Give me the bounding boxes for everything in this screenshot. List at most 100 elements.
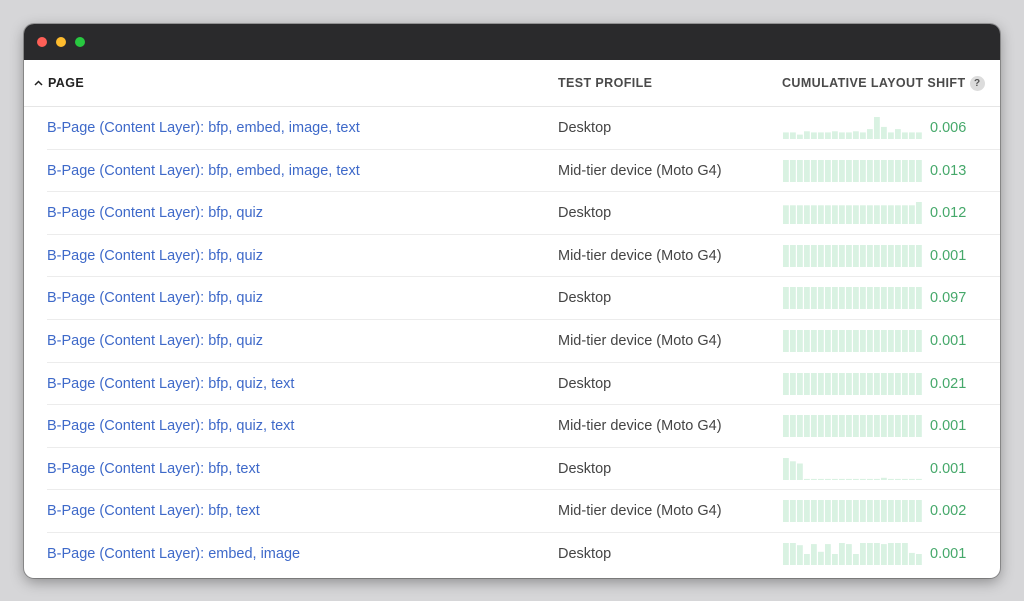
sparkline-bar [790, 461, 796, 480]
sparkline-bar [790, 500, 796, 523]
sparkline-bar [832, 244, 838, 267]
sparkline-bar [839, 415, 845, 438]
column-header-page[interactable]: PAGE [34, 60, 84, 106]
page-link[interactable]: B-Page (Content Layer): embed, image [47, 533, 300, 575]
cls-value: 0.013 [930, 162, 967, 179]
sparkline-bar [804, 287, 810, 310]
sparkline-bar [818, 415, 824, 438]
cls-sparkline[interactable] [783, 500, 923, 523]
sparkline-bar [888, 287, 894, 310]
table-row: B-Page (Content Layer): bfp, text Desktop… [24, 448, 1000, 491]
sparkline-bar [804, 159, 810, 182]
table-row: B-Page (Content Layer): bfp, quiz Desktop… [24, 277, 1000, 320]
sparkline-bar [888, 542, 894, 565]
sparkline-bar [888, 244, 894, 267]
sparkline-bar [867, 500, 873, 523]
sparkline-bar [790, 205, 796, 225]
sparkline-bar [853, 500, 859, 523]
sparkline-bar [881, 126, 887, 139]
sparkline-bar [867, 205, 873, 225]
close-window-button[interactable] [37, 37, 47, 47]
sparkline-bar [811, 205, 817, 225]
sparkline-bar [860, 244, 866, 267]
sparkline-bar [797, 159, 803, 182]
table-row: B-Page (Content Layer): bfp, quiz Mid-tie… [24, 235, 1000, 278]
cls-sparkline[interactable] [783, 117, 923, 139]
cls-sparkline[interactable] [783, 415, 923, 438]
sparkline-bar [909, 205, 915, 225]
test-profile-cell: Desktop [558, 290, 612, 307]
table-row: B-Page (Content Layer): bfp, embed, imag… [24, 107, 1000, 150]
sparkline-bar [860, 542, 866, 565]
page-link[interactable]: B-Page (Content Layer): bfp, embed, imag… [47, 150, 360, 192]
help-icon[interactable]: ? [969, 75, 985, 91]
sparkline-bar [895, 500, 901, 523]
cls-sparkline[interactable] [783, 244, 923, 267]
page-link[interactable]: B-Page (Content Layer): bfp, quiz [47, 277, 263, 319]
zoom-window-button[interactable] [75, 37, 85, 47]
sparkline-bar [881, 372, 887, 395]
table-row: B-Page (Content Layer): bfp, embed, imag… [24, 150, 1000, 193]
test-profile-cell: Mid-tier device (Moto G4) [558, 162, 722, 179]
sparkline-bar [783, 159, 789, 182]
sparkline-bar [790, 329, 796, 352]
sparkline-bar [902, 372, 908, 395]
sparkline-bar [783, 372, 789, 395]
test-profile-cell: Mid-tier device (Moto G4) [558, 332, 722, 349]
table-row: B-Page (Content Layer): bfp, quiz, text D… [24, 363, 1000, 406]
sparkline-bar [881, 500, 887, 523]
page-link[interactable]: B-Page (Content Layer): bfp, quiz [47, 235, 263, 277]
cls-sparkline[interactable] [783, 287, 923, 310]
sparkline-bar [825, 372, 831, 395]
page-link[interactable]: B-Page (Content Layer): bfp, quiz, text [47, 405, 294, 447]
sparkline-bar [825, 329, 831, 352]
column-header-cls-label: CUMULATIVE LAYOUT SHIFT [782, 76, 966, 90]
sparkline-bar [916, 500, 922, 523]
sparkline-bar [783, 132, 789, 139]
table-row: B-Page (Content Layer): bfp, quiz, text M… [24, 405, 1000, 448]
page-link[interactable]: B-Page (Content Layer): bfp, quiz, text [47, 363, 294, 405]
sparkline-bar [783, 205, 789, 225]
test-profile-cell: Desktop [558, 545, 612, 562]
minimize-window-button[interactable] [56, 37, 66, 47]
sparkline-bar [874, 478, 880, 480]
cls-sparkline[interactable] [783, 372, 923, 395]
cls-sparkline[interactable] [783, 202, 923, 225]
sparkline-bar [853, 372, 859, 395]
sparkline-bar [860, 132, 866, 139]
sparkline-bar [818, 372, 824, 395]
page-link[interactable]: B-Page (Content Layer): bfp, embed, imag… [47, 107, 360, 149]
sparkline-bar [797, 134, 803, 139]
column-header-test-profile[interactable]: TEST PROFILE [558, 60, 652, 106]
page-link[interactable]: B-Page (Content Layer): bfp, quiz [47, 192, 263, 234]
sparkline-bar [902, 542, 908, 565]
cls-sparkline[interactable] [783, 457, 923, 480]
sparkline-bar [832, 159, 838, 182]
sparkline-bar [867, 542, 873, 565]
column-header-cls[interactable]: CUMULATIVE LAYOUT SHIFT ? [782, 60, 985, 106]
sparkline-bar [811, 478, 817, 480]
sparkline-bar [895, 478, 901, 480]
sparkline-bar [853, 287, 859, 310]
sparkline-bar [888, 415, 894, 438]
sparkline-bar [874, 415, 880, 438]
sparkline-bar [818, 244, 824, 267]
sparkline-bar [895, 329, 901, 352]
sparkline-bar [846, 415, 852, 438]
sparkline-bar [797, 205, 803, 225]
page-link[interactable]: B-Page (Content Layer): bfp, text [47, 448, 260, 490]
page-link[interactable]: B-Page (Content Layer): bfp, text [47, 490, 260, 532]
table-row: B-Page (Content Layer): embed, image Desk… [24, 533, 1000, 576]
cls-value: 0.001 [930, 247, 967, 264]
cls-sparkline[interactable] [783, 329, 923, 352]
cls-value: 0.097 [930, 290, 967, 307]
sparkline-bar [909, 132, 915, 139]
sparkline-bar [902, 500, 908, 523]
test-profile-cell: Mid-tier device (Moto G4) [558, 418, 722, 435]
cls-sparkline[interactable] [783, 542, 923, 565]
page-link[interactable]: B-Page (Content Layer): bfp, quiz [47, 320, 263, 362]
cls-sparkline[interactable] [783, 159, 923, 182]
sparkline-bar [790, 372, 796, 395]
sparkline-bar [832, 500, 838, 523]
cls-value: 0.012 [930, 205, 967, 222]
